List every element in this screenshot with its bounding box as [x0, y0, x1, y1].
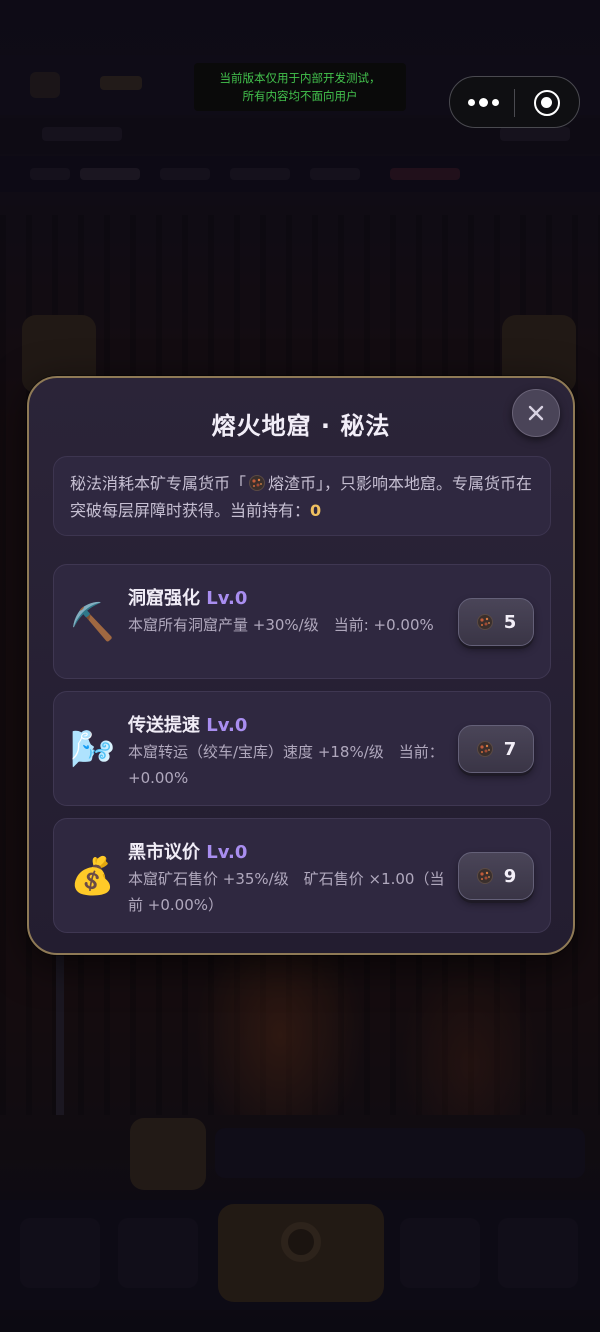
dev-notice-banner: 当前版本仅用于内部开发测试， 所有内容均不面向用户	[194, 63, 406, 111]
upgrade-cost-button[interactable]: 5	[458, 598, 534, 646]
upgrade-card-black-market: 💰 黑市议价 Lv.0 本窟矿石售价 +35%/级 矿石售价 ×1.00（当前 …	[53, 818, 551, 933]
upgrade-name: 黑市议价 Lv.0	[128, 838, 247, 864]
upgrade-cost-button[interactable]: 9	[458, 852, 534, 900]
currency-held-value: 0	[310, 501, 322, 520]
upgrade-title: 洞窟强化	[128, 588, 200, 609]
capsule-divider	[514, 89, 515, 117]
upgrade-cost: 5	[503, 611, 517, 633]
close-button[interactable]	[512, 389, 560, 437]
upgrade-card-transport-speed: 🌬️ 传送提速 Lv.0 本窟转运（绞车/宝库）速度 +18%/级 当前：+0.…	[53, 691, 551, 806]
upgrade-card-cave-boost: ⛏️ 洞窟强化 Lv.0 本窟所有洞窟产量 +30%/级 当前: +0.00% …	[53, 564, 551, 679]
slag-coin-icon	[476, 614, 493, 630]
upgrade-name: 洞窟强化 Lv.0	[128, 584, 247, 610]
upgrade-description: 本窟转运（绞车/宝库）速度 +18%/级 当前：+0.00%	[128, 743, 444, 787]
slag-coin-icon	[476, 741, 493, 757]
upgrade-level: Lv.0	[206, 715, 248, 736]
secret-arts-modal: 熔火地窟 · 秘法 秘法消耗本矿专属货币「 熔渣币」，只影响本地窟。专属货币在突破…	[27, 376, 575, 955]
more-icon[interactable]	[466, 90, 500, 114]
wind-icon: 🌬️	[70, 729, 115, 770]
pickaxe-icon: ⛏️	[70, 602, 115, 643]
upgrade-title: 传送提速	[128, 715, 200, 736]
slag-coin-icon	[476, 868, 493, 884]
dev-notice-line2: 所有内容均不面向用户	[242, 89, 358, 103]
upgrade-description: 本窟所有洞窟产量 +30%/级 当前: +0.00%	[128, 616, 434, 634]
upgrade-title: 黑市议价	[128, 842, 200, 863]
miniprogram-capsule	[449, 76, 580, 128]
upgrade-cost-button[interactable]: 7	[458, 725, 534, 773]
currency-name: 熔渣币	[268, 474, 317, 493]
currency-info-box: 秘法消耗本矿专属货币「 熔渣币」，只影响本地窟。专属货币在突破每层屏障时获得。当前…	[53, 456, 551, 536]
info-text-before: 秘法消耗本矿专属货币「	[70, 474, 247, 493]
upgrade-level: Lv.0	[206, 842, 248, 863]
upgrade-cost: 9	[503, 865, 517, 887]
upgrade-name: 传送提速 Lv.0	[128, 711, 247, 737]
close-icon	[528, 405, 544, 421]
slag-coin-icon	[249, 475, 266, 491]
modal-title: 熔火地窟 · 秘法	[211, 412, 391, 440]
upgrade-description: 本窟矿石售价 +35%/级 矿石售价 ×1.00（当前 +0.00%）	[128, 870, 445, 914]
upgrade-level: Lv.0	[206, 588, 248, 609]
close-miniprogram-icon[interactable]	[534, 90, 560, 116]
money-bag-icon: 💰	[70, 856, 115, 897]
upgrade-cost: 7	[503, 738, 517, 760]
dev-notice-line1: 当前版本仅用于内部开发测试，	[219, 71, 381, 85]
